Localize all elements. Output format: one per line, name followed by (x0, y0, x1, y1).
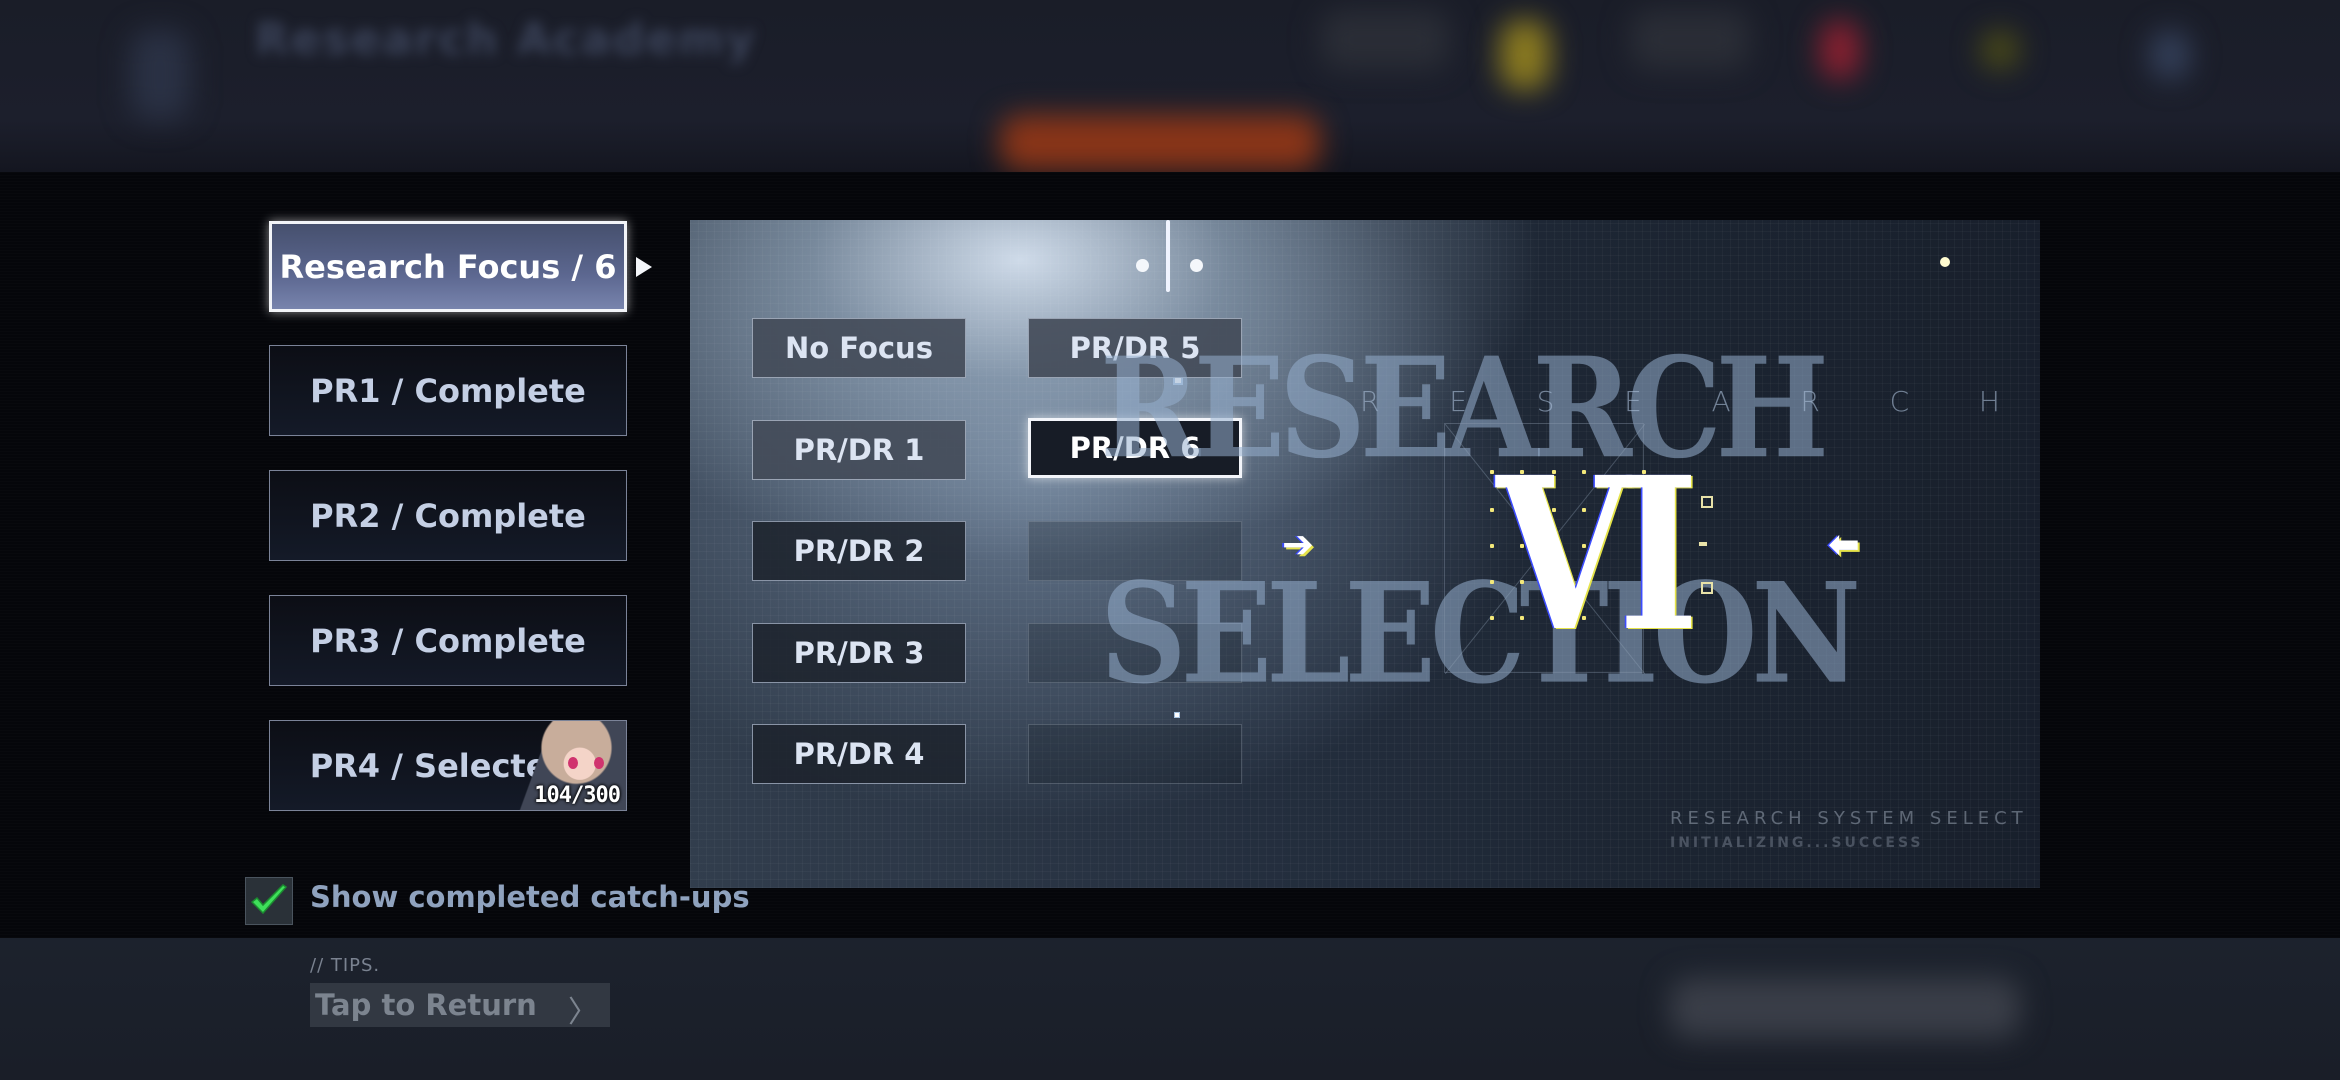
system-status-line-1: RESEARCH SYSTEM SELECT (1670, 808, 2028, 829)
tap-to-return-label: Tap to Return (315, 988, 537, 1022)
frame-node-icon (1701, 582, 1713, 594)
grid-dot (1490, 544, 1494, 548)
portrait-eye-right (594, 757, 604, 769)
spaced-letter: C (1889, 385, 1910, 418)
focus-option-no-focus[interactable]: No Focus (752, 318, 966, 378)
focus-option-prdr-1[interactable]: PR/DR 1 (752, 420, 966, 480)
grid-dot (1490, 616, 1494, 620)
selected-numeral: VI (1496, 431, 1699, 678)
menu-pr3-label: PR3 / Complete (310, 621, 586, 660)
spaced-letter: R (1360, 385, 1380, 418)
focus-option-label: PR/DR 1 (793, 433, 925, 467)
spaced-letter: S (1536, 385, 1555, 418)
spaced-letter: A (1711, 385, 1731, 418)
focus-option-label: PR/DR 2 (793, 534, 925, 568)
frame-node-icon (1699, 542, 1707, 546)
grid-dot (1490, 470, 1494, 474)
spaced-letter: R (1800, 385, 1820, 418)
next-arrow-right-icon[interactable]: ➔ (1282, 525, 1314, 563)
frame-node-icon (1701, 496, 1713, 508)
grid-dot (1490, 580, 1494, 584)
background-energy-icon (1980, 30, 2020, 70)
focus-option-label: PR/DR 4 (793, 737, 925, 771)
chevron-right-icon: 〉 (568, 995, 598, 1030)
menu-pr1[interactable]: PR1 / Complete (269, 345, 627, 436)
grid-dot (1490, 508, 1494, 512)
menu-research-focus[interactable]: Research Focus / 6 (269, 221, 627, 312)
pr4-progress-count: 104/300 (534, 783, 621, 808)
decor-dot (1940, 257, 1950, 267)
menu-pr2-label: PR2 / Complete (310, 496, 586, 535)
menu-pr3[interactable]: PR3 / Complete (269, 595, 627, 686)
menu-research-focus-label: Research Focus / 6 (279, 247, 617, 286)
checkmark-icon (250, 884, 288, 915)
focus-option-prdr-4[interactable]: PR/DR 4 (752, 724, 966, 784)
spaced-letter: H (1978, 385, 2000, 418)
spaced-research-word: R E S E A R C H (1360, 385, 2000, 418)
focus-option-label: PR/DR 3 (793, 636, 925, 670)
selection-panel: No Focus PR/DR 1 PR/DR 2 PR/DR 3 PR/DR 4… (690, 220, 2040, 888)
focus-option-prdr-2[interactable]: PR/DR 2 (752, 521, 966, 581)
background-coin-icon (1500, 20, 1550, 90)
tap-to-return-button[interactable]: Tap to Return 〉 (310, 983, 610, 1030)
active-indicator-arrow-icon (636, 257, 652, 277)
background-orange-banner (1000, 115, 1320, 170)
tips-label: // TIPS. (310, 955, 381, 976)
show-completed-label[interactable]: Show completed catch-ups (310, 880, 750, 914)
portrait-eye-left (568, 757, 578, 769)
background-resource-2 (1630, 10, 1750, 70)
background-header: Research Academy (0, 0, 2340, 172)
menu-pr1-label: PR1 / Complete (310, 371, 586, 410)
system-status-line-2: INITIALIZING...SUCCESS (1670, 835, 1924, 851)
background-back-icon (130, 30, 190, 120)
background-gem-icon (1820, 20, 1860, 80)
focus-option-label: No Focus (785, 331, 933, 365)
spaced-letter: E (1449, 385, 1467, 418)
menu-pr4[interactable]: PR4 / Selected 104/300 (269, 720, 627, 811)
focus-option-prdr-3[interactable]: PR/DR 3 (752, 623, 966, 683)
show-completed-checkbox[interactable] (245, 877, 293, 925)
background-menu-icon (2150, 30, 2190, 80)
spaced-letter: E (1624, 385, 1642, 418)
background-resource-1 (1320, 10, 1450, 70)
background-footer-button (1670, 978, 2020, 1038)
menu-pr2[interactable]: PR2 / Complete (269, 470, 627, 561)
arrow-left-icon[interactable]: ⬅ (1828, 525, 1860, 563)
background-title: Research Academy (255, 14, 757, 65)
system-status: RESEARCH SYSTEM SELECT INITIALIZING...SU… (1670, 808, 2028, 851)
